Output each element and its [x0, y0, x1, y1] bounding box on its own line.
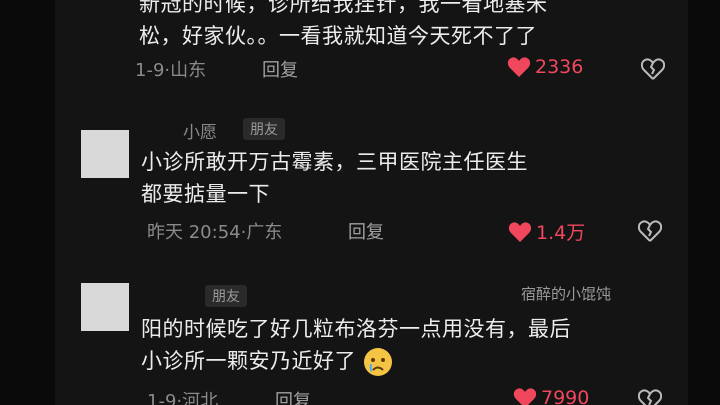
left-edge [0, 0, 55, 405]
reply-button[interactable]: 回复 [262, 56, 298, 82]
comment-meta: 1-9·山东 [135, 60, 207, 81]
comment-item: 小愿 朋友 小诊所敢开万古霉素，三甲医院主任医生 都要掂量一下 昨天 20:54… [55, 110, 688, 260]
comment-date: 1-9 [135, 60, 165, 81]
comment-line: 新冠的时候，诊所给我挂针，我一看地塞米 [139, 0, 548, 16]
comment-line: 小诊所敢开万古霉素，三甲医院主任医生 [141, 150, 528, 174]
like-count: 2336 [535, 56, 584, 78]
comment-item: 朋友 宿醉的小馄饨 阳的时候吃了好几粒布洛芬一点用没有，最后 小诊所一颗安乃近好… [55, 275, 688, 405]
comment-line: 阳的时候吃了好几粒布洛芬一点用没有，最后 [141, 317, 571, 341]
comment-date: 昨天 20:54 [147, 222, 241, 243]
friend-badge: 朋友 [205, 285, 247, 307]
like-button[interactable]: 1.4万 [508, 218, 585, 245]
reply-button[interactable]: 回复 [348, 218, 384, 244]
friend-badge: 朋友 [243, 118, 285, 140]
comment-line: 小诊所一颗安乃近好了 [141, 345, 571, 377]
comment-date: 1-9 [147, 391, 177, 405]
comment-line: 松，好家伙。。一看我就知道今天死不了了 [139, 24, 537, 48]
heart-icon [513, 388, 537, 405]
comment-feed[interactable]: 新冠的时候，诊所给我挂针，我一看地塞米 松，好家伙。。一看我就知道今天死不了了 … [55, 0, 688, 405]
comment-line: 都要掂量一下 [141, 182, 270, 206]
broken-heart-icon[interactable] [638, 220, 662, 242]
right-edge [688, 0, 720, 405]
comment-text: 新冠的时候，诊所给我挂针，我一看地塞米 松，好家伙。。一看我就知道今天死不了了 [139, 0, 548, 52]
comment-text: 阳的时候吃了好几粒布洛芬一点用没有，最后 小诊所一颗安乃近好了 [141, 313, 571, 377]
heart-icon [507, 57, 531, 77]
comment-location: 广东 [246, 222, 283, 243]
comment-location: 河北 [182, 391, 219, 405]
broken-heart-icon[interactable] [638, 389, 662, 405]
avatar[interactable] [81, 130, 129, 178]
username[interactable]: 小愿 [183, 118, 217, 143]
avatar[interactable] [81, 283, 129, 331]
like-button[interactable]: 7990 [513, 387, 589, 405]
comment-meta: 1-9·河北 [147, 387, 218, 405]
like-button[interactable]: 2336 [507, 56, 583, 78]
like-count: 1.4万 [536, 222, 586, 244]
comment-meta: 昨天 20:54·广东 [147, 222, 283, 243]
like-count: 7990 [541, 387, 590, 405]
heart-icon [508, 221, 532, 242]
author-tag: 宿醉的小馄饨 [521, 285, 612, 303]
comment-item: 新冠的时候，诊所给我挂针，我一看地塞米 松，好家伙。。一看我就知道今天死不了了 … [55, 0, 688, 95]
comment-text: 小诊所敢开万古霉素，三甲医院主任医生 都要掂量一下 [141, 146, 528, 210]
reply-button[interactable]: 回复 [275, 387, 311, 405]
crying-face-emoji [364, 348, 393, 376]
comment-location: 山东 [170, 60, 207, 81]
broken-heart-icon[interactable] [641, 58, 665, 80]
